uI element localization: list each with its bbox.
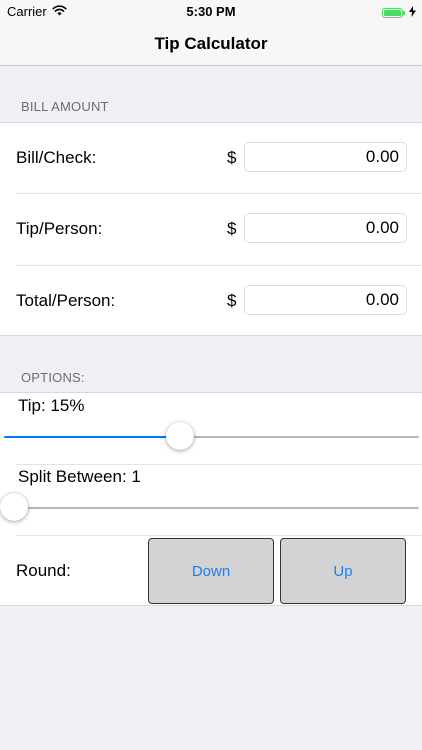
bill-check-label: Bill/Check: xyxy=(16,148,97,167)
tip-person-label: Tip/Person: xyxy=(16,219,103,238)
bill-dollar-sign: $ xyxy=(227,148,237,167)
tip-dollar-sign: $ xyxy=(227,219,237,238)
total-person-field[interactable] xyxy=(244,285,407,315)
battery-icon xyxy=(382,7,405,18)
round-down-button[interactable]: Down xyxy=(148,538,274,604)
bill-check-field[interactable] xyxy=(244,142,407,172)
bill-amount-group: Bill/Check: $ Tip/Person: $ Total/Person… xyxy=(0,122,422,336)
round-up-button[interactable]: Up xyxy=(280,538,406,604)
round-label: Round: xyxy=(16,561,71,580)
tip-person-row: Tip/Person: $ xyxy=(0,194,422,265)
total-person-row: Total/Person: $ xyxy=(0,266,422,336)
tip-slider-fill xyxy=(4,436,180,438)
nav-title: Tip Calculator xyxy=(154,34,268,53)
tip-slider[interactable] xyxy=(4,422,419,450)
status-bar: Carrier 5:30 PM xyxy=(0,0,422,22)
split-between-label: Split Between: 1 xyxy=(18,467,141,486)
screen: Carrier 5:30 PM Tip Calculator BILL AMOU… xyxy=(0,0,422,750)
options-group: Tip: 15% Split Between: 1 Round: Down Up xyxy=(0,392,422,606)
bill-check-row: Bill/Check: $ xyxy=(0,123,422,193)
total-person-label: Total/Person: xyxy=(16,291,116,310)
charging-bolt-icon xyxy=(409,5,416,20)
split-slider-thumb[interactable] xyxy=(0,493,28,521)
tip-slider-row: Tip: 15% xyxy=(0,393,422,464)
split-slider[interactable] xyxy=(0,493,419,521)
options-header: OPTIONS: xyxy=(21,370,85,385)
round-row: Round: Down Up xyxy=(0,536,422,606)
status-time: 5:30 PM xyxy=(186,4,236,19)
status-right xyxy=(382,5,416,20)
split-slider-row: Split Between: 1 xyxy=(0,465,422,535)
tip-slider-thumb[interactable] xyxy=(165,422,194,450)
tip-percent-label: Tip: 15% xyxy=(18,396,85,415)
navigation-bar: Tip Calculator xyxy=(0,22,422,66)
bill-amount-header: BILL AMOUNT xyxy=(21,99,109,114)
tip-person-field[interactable] xyxy=(244,213,407,243)
total-dollar-sign: $ xyxy=(227,291,237,310)
